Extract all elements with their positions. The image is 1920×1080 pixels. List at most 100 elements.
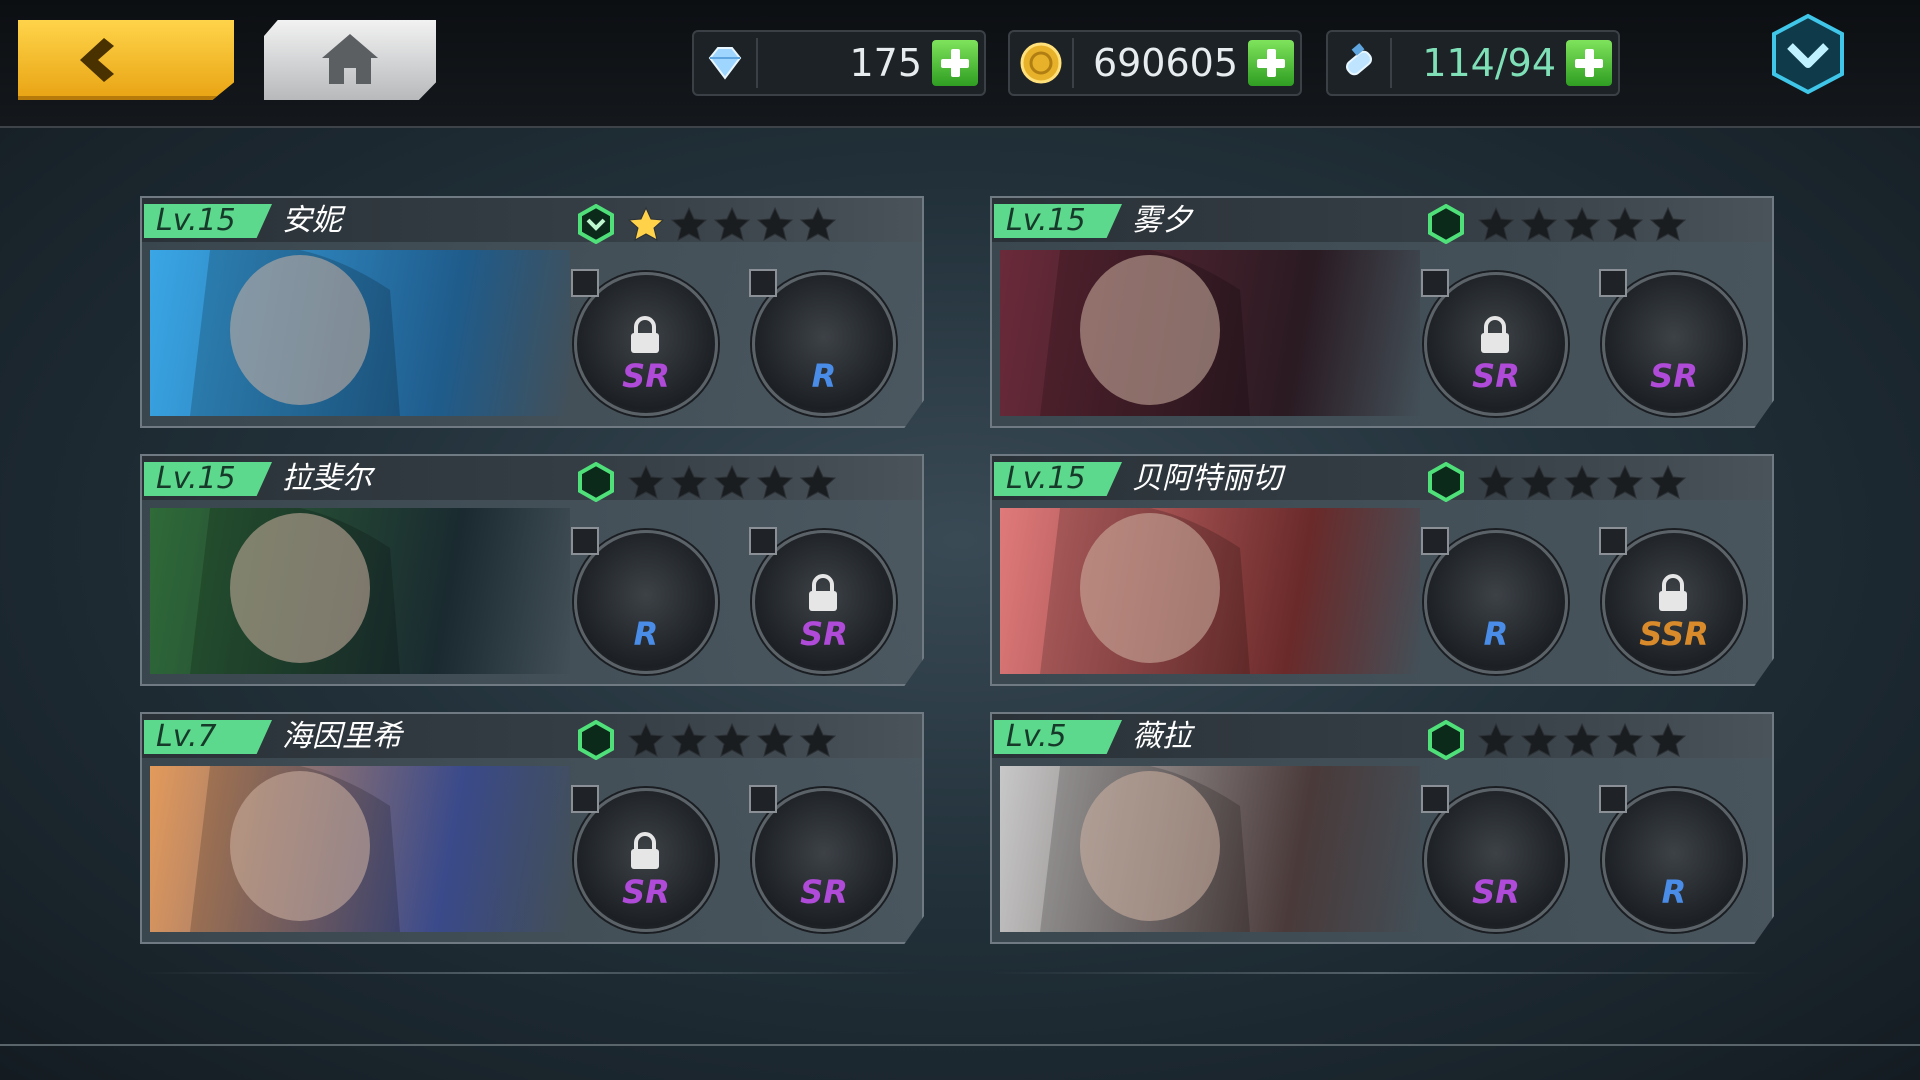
star-icon	[670, 722, 708, 757]
gold-coin-icon	[1020, 42, 1062, 84]
card-header: Lv.15 贝阿特丽切	[992, 456, 1772, 502]
edit-icon[interactable]	[571, 527, 599, 555]
rank-hex-icon	[1428, 462, 1464, 502]
weapon-slot[interactable]: SR	[571, 785, 718, 932]
edit-icon[interactable]	[1599, 527, 1627, 555]
star-icon	[799, 722, 837, 757]
star-icon	[627, 722, 665, 757]
weapon-slot[interactable]: SR	[749, 527, 896, 674]
rarity-label: SR	[1472, 873, 1520, 911]
card-header: Lv.5 薇拉	[992, 714, 1772, 760]
rank-hex-icon	[1428, 720, 1464, 760]
rarity-label: SR	[800, 873, 848, 911]
level-badge: Lv.15	[144, 462, 272, 496]
star-icon	[1477, 722, 1515, 757]
home-button[interactable]	[264, 20, 436, 100]
star-icon	[1563, 206, 1601, 241]
weapon-slot[interactable]: R	[1599, 785, 1746, 932]
gold-value: 690605	[1092, 41, 1238, 85]
rarity-label: SR	[1650, 357, 1698, 395]
rarity-label: SR	[800, 615, 848, 653]
character-card[interactable]: Lv.7 海因里希 SR SR	[140, 712, 924, 944]
character-name: 拉斐尔	[282, 461, 372, 496]
star-icon	[713, 464, 751, 499]
star-icon	[1477, 464, 1515, 499]
rarity-label: R	[633, 615, 659, 653]
weapon-slot[interactable]: R	[749, 269, 896, 416]
character-card[interactable]: Lv.15 安妮 SR R	[140, 196, 924, 428]
star-icon	[713, 722, 751, 757]
character-name: 雾夕	[1132, 203, 1192, 238]
star-icon	[1606, 464, 1644, 499]
rarity-label: SSR	[1639, 615, 1709, 653]
diamond-value: 175	[849, 41, 922, 85]
star-icon	[1606, 722, 1644, 757]
character-card[interactable]: Lv.15 贝阿特丽切 R SSR	[990, 454, 1774, 686]
star-icon	[1563, 464, 1601, 499]
lock-icon	[1481, 316, 1509, 353]
rarity-label: SR	[1472, 357, 1520, 395]
edit-icon[interactable]	[571, 269, 599, 297]
character-card[interactable]: Lv.15 拉斐尔 R SR	[140, 454, 924, 686]
edit-icon[interactable]	[1599, 269, 1627, 297]
star-icon	[1606, 206, 1644, 241]
star-icon	[1477, 206, 1515, 241]
weapon-slot[interactable]: R	[1421, 527, 1568, 674]
edit-icon[interactable]	[571, 785, 599, 813]
edit-icon[interactable]	[749, 269, 777, 297]
card-header: Lv.15 雾夕	[992, 198, 1772, 244]
weapon-slot[interactable]: R	[571, 527, 718, 674]
character-name: 贝阿特丽切	[1132, 461, 1282, 496]
star-icon	[1520, 722, 1558, 757]
add-stamina-button[interactable]	[1566, 40, 1612, 86]
character-portrait	[1000, 766, 1420, 932]
rank-up-hex-icon	[578, 204, 614, 244]
rarity-label: SR	[622, 357, 670, 395]
weapon-slot[interactable]: SR	[1421, 269, 1568, 416]
stamina-counter: 114/94	[1326, 30, 1620, 96]
star-icon	[713, 206, 751, 241]
weapon-slot[interactable]: SR	[571, 269, 718, 416]
weapon-slot[interactable]: SSR	[1599, 527, 1746, 674]
stamina-potion-icon	[1345, 43, 1373, 76]
list-divider-left	[140, 972, 920, 974]
rank-hex-icon	[1428, 204, 1464, 244]
edit-icon[interactable]	[749, 527, 777, 555]
level-badge: Lv.15	[144, 204, 272, 238]
weapon-slot[interactable]: SR	[1599, 269, 1746, 416]
back-button[interactable]	[18, 20, 234, 100]
star-icon	[627, 464, 665, 499]
character-portrait	[150, 766, 570, 932]
star-icon	[799, 464, 837, 499]
add-diamond-button[interactable]	[932, 40, 978, 86]
card-header: Lv.15 安妮	[142, 198, 922, 244]
edit-icon[interactable]	[1421, 785, 1449, 813]
star-icon	[756, 206, 794, 241]
edit-icon[interactable]	[1599, 785, 1627, 813]
star-rating	[626, 722, 841, 758]
edit-icon[interactable]	[749, 785, 777, 813]
star-icon	[1649, 206, 1687, 241]
star-rating	[1476, 464, 1691, 500]
home-icon	[322, 34, 378, 84]
character-portrait	[150, 508, 570, 674]
top-bar: 175 690605 114/94	[0, 0, 1920, 128]
star-rating	[626, 206, 841, 242]
rarity-label: R	[1483, 615, 1509, 653]
character-card[interactable]: Lv.5 薇拉 SR R	[990, 712, 1774, 944]
stamina-value: 114/94	[1422, 41, 1556, 85]
add-gold-button[interactable]	[1248, 40, 1294, 86]
character-name: 薇拉	[1132, 719, 1192, 754]
star-rating	[626, 464, 841, 500]
star-icon	[670, 206, 708, 241]
lock-icon	[631, 832, 659, 869]
back-arrow-icon	[80, 38, 114, 82]
star-icon	[756, 722, 794, 757]
weapon-slot[interactable]: SR	[749, 785, 896, 932]
chevron-down-hex-icon[interactable]	[1768, 12, 1848, 96]
character-card[interactable]: Lv.15 雾夕 SR SR	[990, 196, 1774, 428]
edit-icon[interactable]	[1421, 269, 1449, 297]
weapon-slot[interactable]: SR	[1421, 785, 1568, 932]
edit-icon[interactable]	[1421, 527, 1449, 555]
level-badge: Lv.15	[994, 462, 1122, 496]
